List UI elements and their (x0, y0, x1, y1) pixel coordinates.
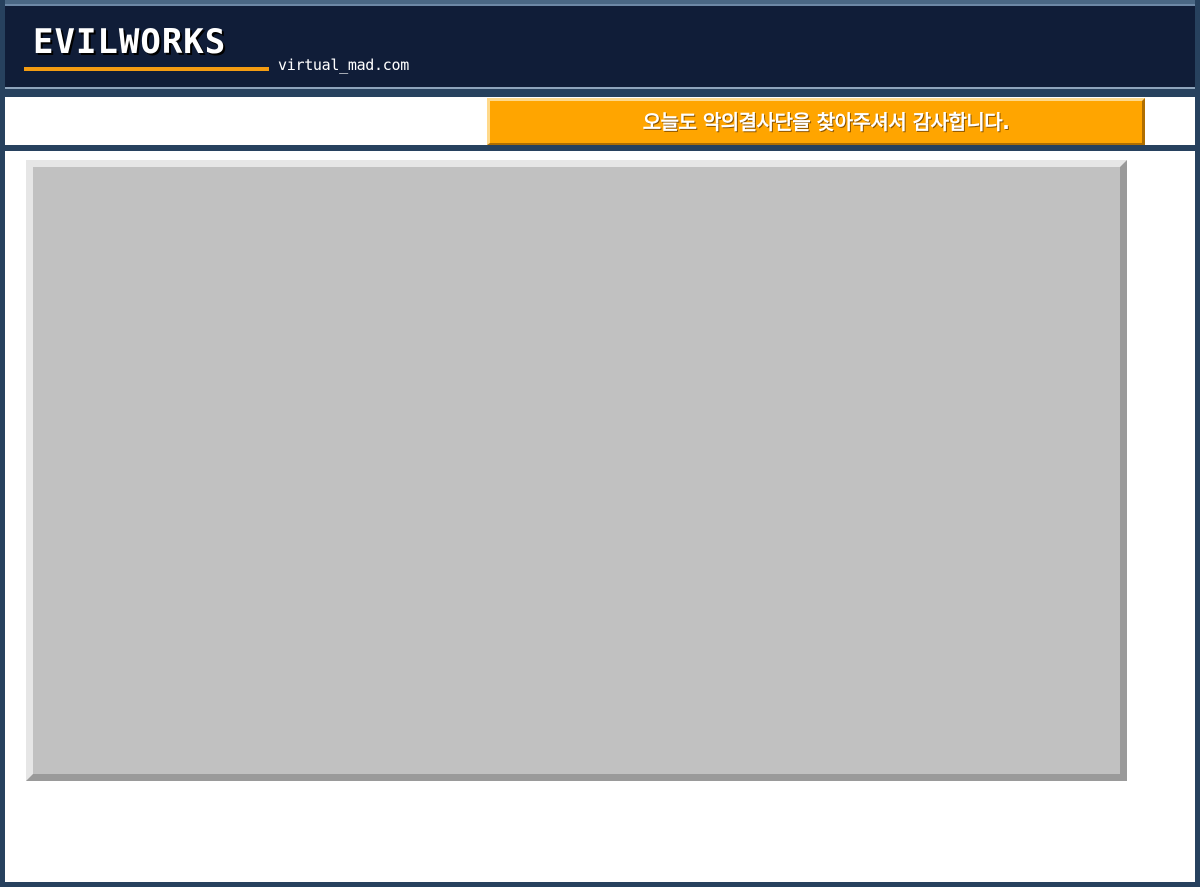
frame-border-right (1195, 0, 1200, 887)
site-logo[interactable]: EVILWORKS (33, 22, 226, 62)
header-divider (0, 87, 1200, 97)
logo-underline (24, 67, 269, 71)
content-panel (26, 160, 1127, 781)
frame-border-bottom (0, 882, 1200, 887)
site-domain: virtual_mad.com (278, 56, 409, 74)
frame-border-left (0, 0, 5, 887)
welcome-message-bar: 오늘도 악의결사단을 찾아주셔서 감사합니다. (487, 98, 1145, 145)
page-frame: EVILWORKS virtual_mad.com 오늘도 악의결사단을 찾아주… (0, 0, 1200, 887)
welcome-message: 오늘도 악의결사단을 찾아주셔서 감사합니다. (642, 110, 1010, 134)
frame-border-top (0, 0, 1200, 4)
banner-divider (0, 145, 1200, 151)
